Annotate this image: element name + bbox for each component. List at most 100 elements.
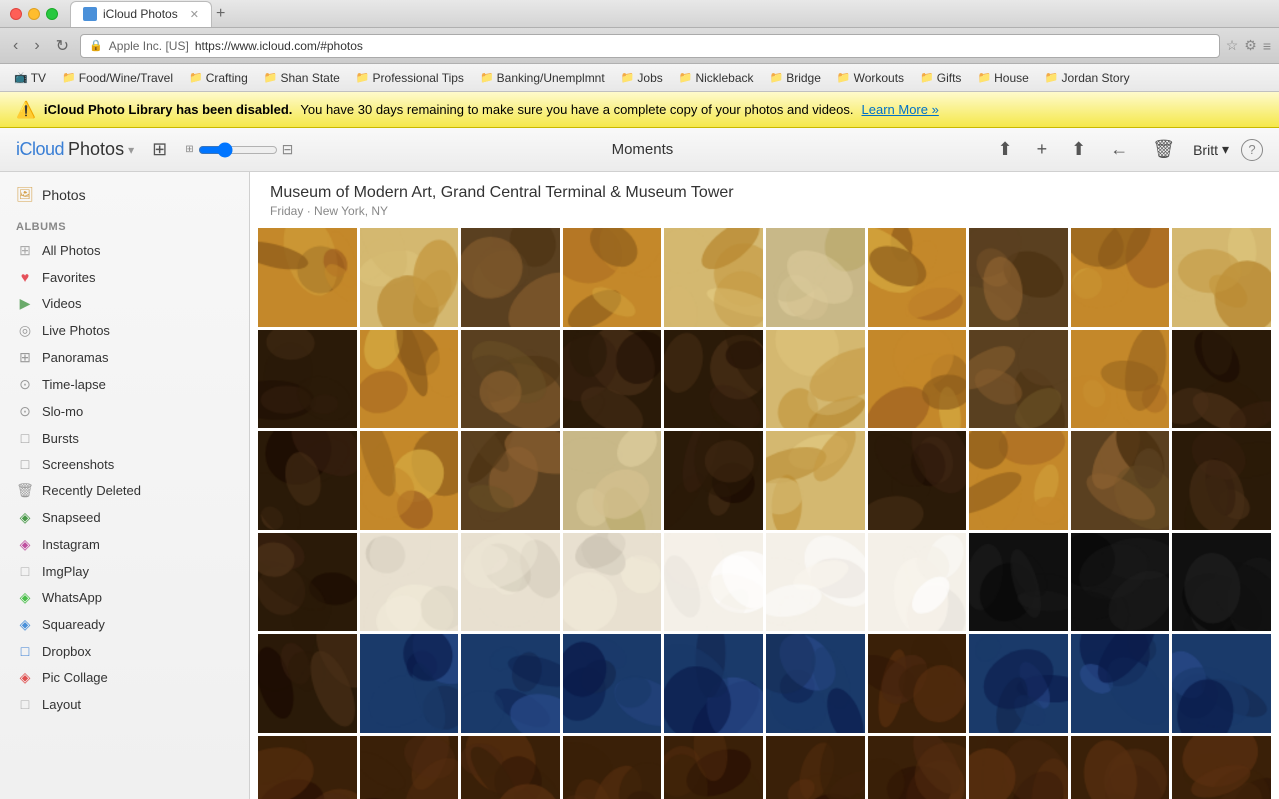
sidebar-item-whatsapp[interactable]: ◈ WhatsApp xyxy=(0,584,249,611)
settings-icon[interactable]: ⚙ xyxy=(1244,37,1257,54)
photo-thumb-r3-c2[interactable] xyxy=(461,533,560,632)
tab-close-icon[interactable]: ✕ xyxy=(190,8,199,21)
bookmark-food[interactable]: 📁 Food/Wine/Travel xyxy=(56,69,179,87)
photo-thumb-r2-c7[interactable] xyxy=(969,431,1068,530)
bookmark-house[interactable]: 📁 House xyxy=(971,69,1034,87)
photo-thumb-r1-c1[interactable] xyxy=(360,330,459,429)
photo-thumb-r1-c6[interactable] xyxy=(868,330,967,429)
photo-thumb-r5-c6[interactable] xyxy=(868,736,967,799)
photo-thumb-r4-c1[interactable] xyxy=(360,634,459,733)
photo-thumb-r0-c1[interactable] xyxy=(360,228,459,327)
sidebar-item-live-photos[interactable]: ◎ Live Photos xyxy=(0,317,249,344)
photo-thumb-r1-c0[interactable] xyxy=(258,330,357,429)
photo-thumb-r3-c1[interactable] xyxy=(360,533,459,632)
photo-thumb-r2-c2[interactable] xyxy=(461,431,560,530)
photo-thumb-r2-c3[interactable] xyxy=(563,431,662,530)
photo-thumb-r4-c6[interactable] xyxy=(868,634,967,733)
photo-thumb-r5-c7[interactable] xyxy=(969,736,1068,799)
photo-thumb-r5-c1[interactable] xyxy=(360,736,459,799)
delete-button[interactable]: 🗑 xyxy=(1146,135,1181,164)
photo-thumb-r4-c3[interactable] xyxy=(563,634,662,733)
photo-thumb-r5-c5[interactable] xyxy=(766,736,865,799)
photo-thumb-r2-c1[interactable] xyxy=(360,431,459,530)
photo-thumb-r0-c4[interactable] xyxy=(664,228,763,327)
photo-thumb-r3-c0[interactable] xyxy=(258,533,357,632)
photo-thumb-r3-c7[interactable] xyxy=(969,533,1068,632)
photo-thumb-r0-c8[interactable] xyxy=(1071,228,1170,327)
photo-thumb-r2-c6[interactable] xyxy=(868,431,967,530)
share-button[interactable]: ⬆ xyxy=(1065,135,1092,164)
photo-thumb-r1-c9[interactable] xyxy=(1172,330,1271,429)
photo-thumb-r0-c2[interactable] xyxy=(461,228,560,327)
upload-button[interactable]: ⬆ xyxy=(992,135,1019,164)
sidebar-item-all-photos[interactable]: ⊞ All Photos xyxy=(0,237,249,264)
photo-thumb-r1-c5[interactable] xyxy=(766,330,865,429)
bookmark-tv[interactable]: 📺 TV xyxy=(8,69,52,87)
photo-size-slider[interactable] xyxy=(198,142,278,158)
photo-thumb-r5-c9[interactable] xyxy=(1172,736,1271,799)
sidebar-item-favorites[interactable]: ♥ Favorites xyxy=(0,264,249,290)
bookmark-icon[interactable]: ☆ xyxy=(1226,37,1239,54)
refresh-button[interactable]: ↻ xyxy=(51,34,74,58)
close-button[interactable] xyxy=(10,8,22,20)
photo-thumb-r5-c2[interactable] xyxy=(461,736,560,799)
bookmark-pro-tips[interactable]: 📁 Professional Tips xyxy=(350,69,470,87)
sidebar-item-snapseed[interactable]: ◈ Snapseed xyxy=(0,504,249,531)
photo-thumb-r3-c8[interactable] xyxy=(1071,533,1170,632)
bookmark-jordan-story[interactable]: 📁 Jordan Story xyxy=(1039,69,1136,87)
maximize-button[interactable] xyxy=(46,8,58,20)
sidebar-item-slo-mo[interactable]: ⊙ Slo-mo xyxy=(0,398,249,425)
bookmark-workouts[interactable]: 📁 Workouts xyxy=(831,69,910,87)
photo-thumb-r1-c4[interactable] xyxy=(664,330,763,429)
sidebar-item-imgplay[interactable]: □ ImgPlay xyxy=(0,558,249,584)
bookmark-gifts[interactable]: 📁 Gifts xyxy=(914,69,967,87)
photo-thumb-r0-c3[interactable] xyxy=(563,228,662,327)
menu-icon[interactable]: ≡ xyxy=(1263,38,1271,54)
sidebar-item-recently-deleted[interactable]: 🗑 Recently Deleted xyxy=(0,477,249,504)
sidebar-item-screenshots[interactable]: □ Screenshots xyxy=(0,451,249,477)
photo-thumb-r0-c0[interactable] xyxy=(258,228,357,327)
photo-thumb-r2-c9[interactable] xyxy=(1172,431,1271,530)
bookmark-crafting[interactable]: 📁 Crafting xyxy=(183,69,254,87)
back-button[interactable]: ‹ xyxy=(8,35,23,57)
photo-thumb-r0-c7[interactable] xyxy=(969,228,1068,327)
photo-thumb-r1-c2[interactable] xyxy=(461,330,560,429)
sidebar-item-videos[interactable]: ▶ Videos xyxy=(0,290,249,317)
sidebar-item-dropbox[interactable]: □ Dropbox xyxy=(0,638,249,664)
sidebar-item-panoramas[interactable]: ⊞ Panoramas xyxy=(0,344,249,371)
bookmark-bridge[interactable]: 📁 Bridge xyxy=(764,69,827,87)
sidebar-item-squaready[interactable]: ◈ Squaready xyxy=(0,611,249,638)
bookmark-nickleback[interactable]: 📁 Nickleback xyxy=(673,69,760,87)
photo-thumb-r4-c5[interactable] xyxy=(766,634,865,733)
sidebar-item-piccollage[interactable]: ◈ Pic Collage xyxy=(0,664,249,691)
photo-thumb-r2-c8[interactable] xyxy=(1071,431,1170,530)
bookmark-banking[interactable]: 📁 Banking/Unemplmnt xyxy=(474,69,611,87)
sidebar-item-timelapse[interactable]: ⊙ Time-lapse xyxy=(0,371,249,398)
sidebar-item-bursts[interactable]: □ Bursts xyxy=(0,425,249,451)
new-tab-button[interactable]: + xyxy=(216,5,225,23)
photo-thumb-r4-c2[interactable] xyxy=(461,634,560,733)
sidebar-toggle-button[interactable]: ⊞ xyxy=(146,135,173,164)
user-menu-button[interactable]: Britt ▾ xyxy=(1193,141,1229,158)
bookmark-shan-state[interactable]: 📁 Shan State xyxy=(258,69,346,87)
photo-thumb-r5-c3[interactable] xyxy=(563,736,662,799)
photo-thumb-r2-c0[interactable] xyxy=(258,431,357,530)
photo-thumb-r0-c6[interactable] xyxy=(868,228,967,327)
photo-thumb-r5-c4[interactable] xyxy=(664,736,763,799)
add-button[interactable]: + xyxy=(1031,135,1054,164)
learn-more-link[interactable]: Learn More » xyxy=(862,102,939,117)
photo-thumb-r5-c0[interactable] xyxy=(258,736,357,799)
photo-thumb-r5-c8[interactable] xyxy=(1071,736,1170,799)
photo-thumb-r1-c7[interactable] xyxy=(969,330,1068,429)
photo-thumb-r2-c5[interactable] xyxy=(766,431,865,530)
photo-thumb-r3-c6[interactable] xyxy=(868,533,967,632)
photo-thumb-r3-c5[interactable] xyxy=(766,533,865,632)
photo-thumb-r1-c8[interactable] xyxy=(1071,330,1170,429)
sidebar-item-layout[interactable]: □ Layout xyxy=(0,691,249,717)
sidebar-item-instagram[interactable]: ◈ Instagram xyxy=(0,531,249,558)
browser-tab[interactable]: iCloud Photos ✕ xyxy=(70,1,212,27)
photo-thumb-r4-c9[interactable] xyxy=(1172,634,1271,733)
photo-thumb-r4-c4[interactable] xyxy=(664,634,763,733)
photo-thumb-r4-c8[interactable] xyxy=(1071,634,1170,733)
photo-thumb-r0-c9[interactable] xyxy=(1172,228,1271,327)
